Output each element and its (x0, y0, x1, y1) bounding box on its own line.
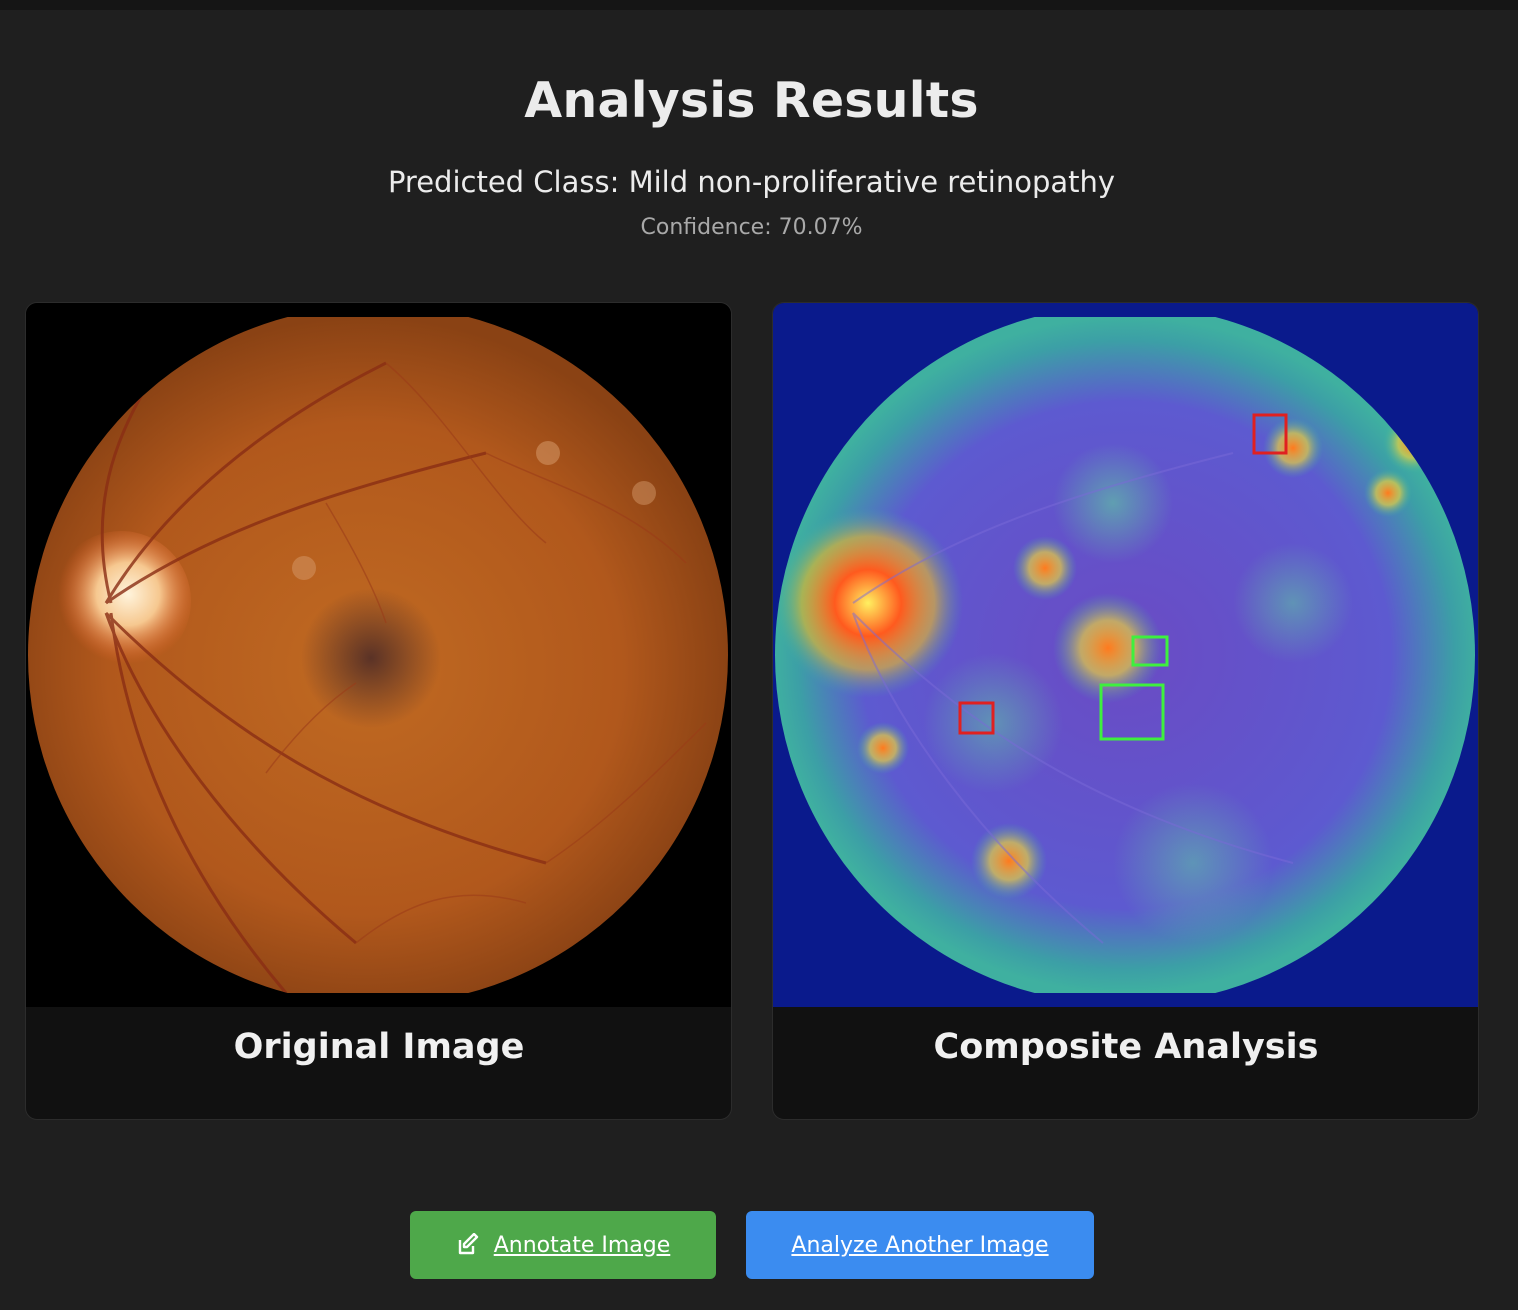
confidence-score: Confidence: 70.07% (640, 215, 863, 240)
edit-icon (456, 1233, 480, 1257)
top-strip (0, 0, 1518, 10)
predicted-class: Predicted Class: Mild non-proliferative … (387, 165, 1116, 199)
fundus-image (26, 303, 731, 1007)
analyze-another-image-button[interactable]: Analyze Another Image (746, 1211, 1094, 1279)
annotate-image-label: Annotate Image (493, 1232, 671, 1258)
original-image-caption: Original Image (233, 1027, 525, 1067)
original-image-card: Original Image (25, 302, 732, 1120)
analyze-another-image-label: Analyze Another Image (791, 1232, 1049, 1258)
page-title: Analysis Results (524, 72, 979, 129)
composite-analysis-caption: Composite Analysis (933, 1027, 1319, 1067)
heatmap-image (773, 303, 1478, 1007)
composite-analysis-card: Composite Analysis (772, 302, 1479, 1120)
annotate-image-button[interactable]: Annotate Image (410, 1211, 716, 1279)
